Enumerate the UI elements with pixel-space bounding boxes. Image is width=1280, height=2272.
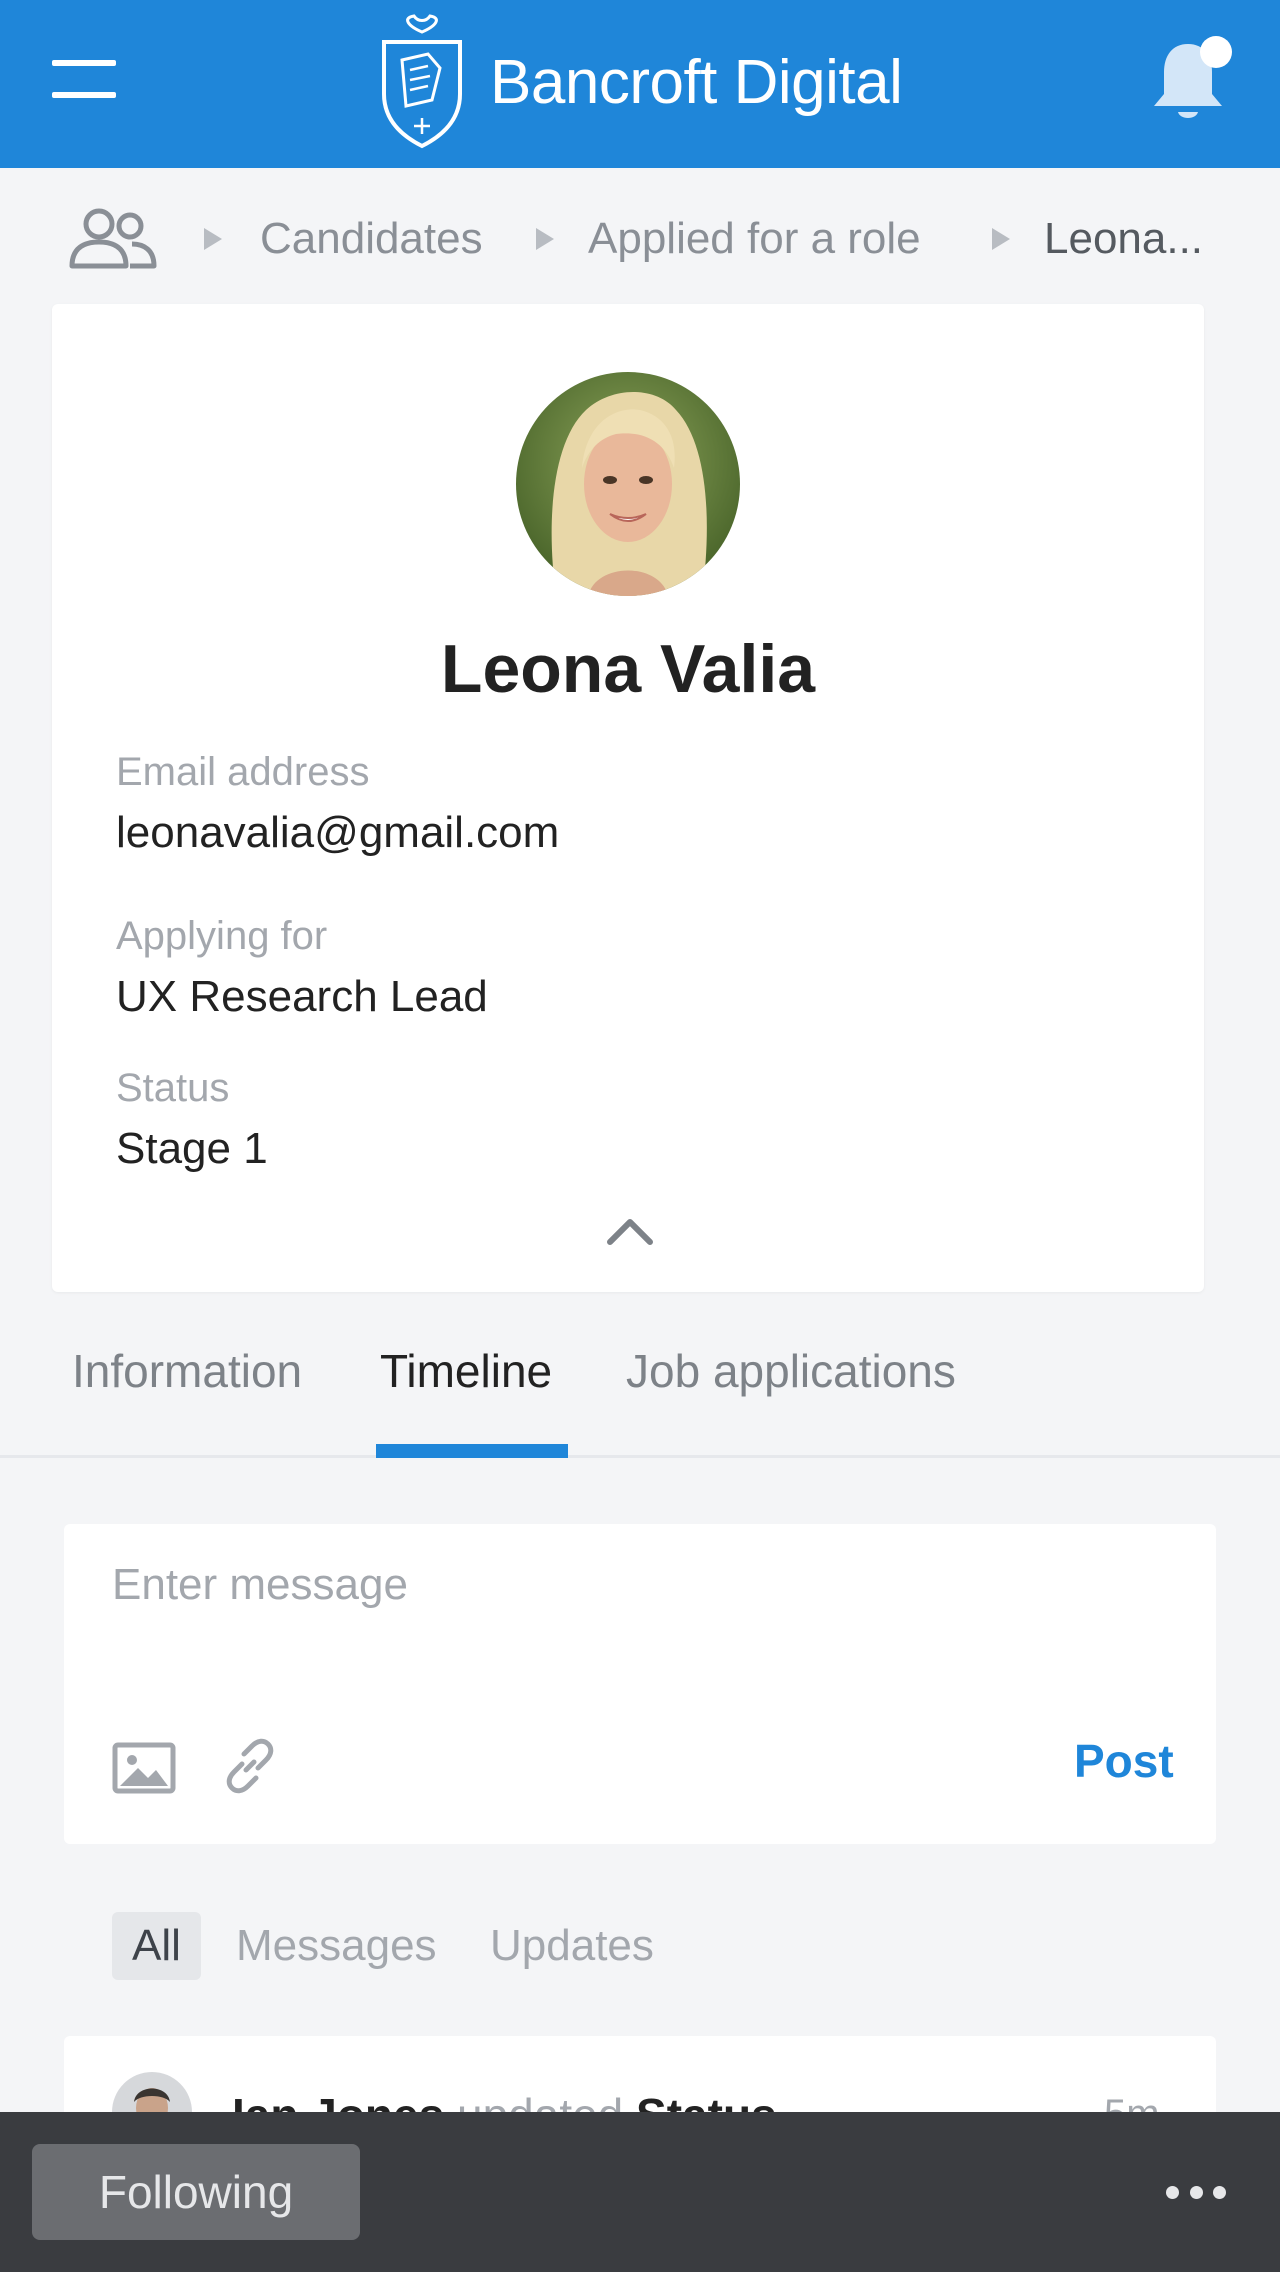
image-icon[interactable]: [112, 1742, 176, 1794]
avatar: [516, 372, 740, 596]
candidate-photo: [516, 372, 740, 596]
notification-dot: [1200, 36, 1232, 68]
breadcrumb-candidates[interactable]: Candidates: [260, 214, 483, 264]
filter-all[interactable]: All: [112, 1912, 201, 1980]
people-icon[interactable]: [66, 204, 158, 270]
active-tab-indicator: [376, 1444, 568, 1458]
filter-updates[interactable]: Updates: [490, 1912, 654, 1980]
breadcrumb: Candidates Applied for a role Leona...: [0, 168, 1280, 308]
tab-timeline[interactable]: Timeline: [380, 1344, 552, 1398]
hamburger-menu-icon[interactable]: [52, 60, 116, 100]
email-value[interactable]: leonavalia@gmail.com: [116, 808, 559, 858]
breadcrumb-separator-icon: [992, 228, 1010, 250]
status-label: Status: [116, 1066, 230, 1110]
brand-shield-logo-icon: [382, 14, 462, 149]
app-header: Bancroft Digital: [0, 0, 1280, 168]
message-input[interactable]: [112, 1560, 1162, 1610]
tab-information[interactable]: Information: [72, 1344, 302, 1398]
applying-for-label: Applying for: [116, 914, 328, 958]
candidate-name: Leona Valia: [440, 631, 816, 707]
link-icon[interactable]: [222, 1738, 278, 1794]
brand[interactable]: Bancroft Digital: [372, 12, 903, 152]
more-icon[interactable]: [1166, 2174, 1226, 2210]
tab-job-applications[interactable]: Job applications: [626, 1344, 956, 1398]
breadcrumb-separator-icon: [536, 228, 554, 250]
breadcrumb-current: Leona...: [1044, 214, 1204, 263]
profile-tabs: Information Timeline Job applications: [0, 1292, 1280, 1458]
chevron-up-icon[interactable]: [606, 1216, 654, 1246]
email-label: Email address: [116, 750, 370, 794]
post-button[interactable]: Post: [1074, 1734, 1174, 1788]
bottom-action-bar: Following: [0, 2112, 1280, 2272]
candidate-profile-card: Leona Valia Email address leonavalia@gma…: [52, 304, 1204, 1292]
status-value: Stage 1: [116, 1124, 268, 1173]
following-button[interactable]: Following: [32, 2144, 360, 2240]
breadcrumb-applied-for-a-role[interactable]: Applied for a role: [588, 214, 921, 264]
brand-name: Bancroft Digital: [490, 47, 903, 117]
breadcrumb-separator-icon: [204, 228, 222, 250]
filter-messages[interactable]: Messages: [236, 1912, 437, 1980]
applying-for-value: UX Research Lead: [116, 972, 488, 1021]
message-composer: Post: [64, 1524, 1216, 1844]
